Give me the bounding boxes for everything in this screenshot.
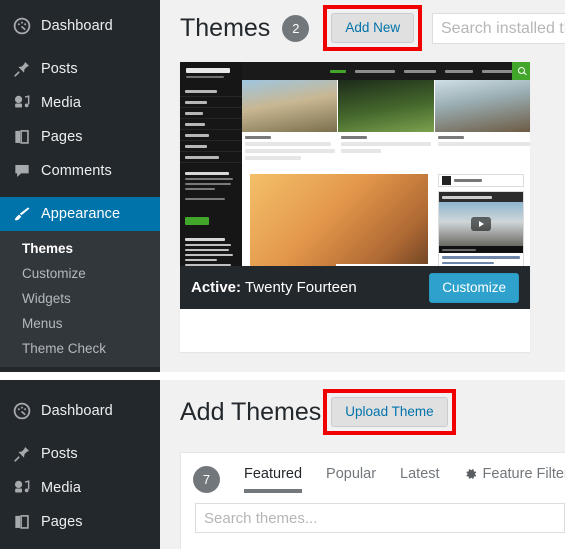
search-themes-input[interactable]: Search themes... [195,503,565,533]
mock-search-icon [512,62,530,80]
theme-screenshot: Active: Twenty Fourteen Customize [180,62,530,309]
tab-feature-filter[interactable]: Feature Filter [464,466,565,493]
wordpress-themes-screenshot: Dashboard Posts Media Pages Comments App… [0,0,565,549]
upload-theme-highlight: Upload Theme [323,388,456,435]
mock-follow-widget [185,172,237,200]
bottom-panel: Dashboard Posts Media Pages Add Themes U… [0,380,565,549]
pages-icon [12,127,32,147]
sidebar-item-pages[interactable]: Pages [0,120,160,154]
submenu-item-themes[interactable]: Themes [0,236,160,261]
sidebar-label: Media [41,480,81,496]
mock-site-brand [186,68,236,78]
dashboard-icon [12,16,32,36]
tab-latest[interactable]: Latest [400,466,440,493]
pages-icon [12,512,32,532]
theme-active-bar: Active: Twenty Fourteen Customize [180,266,530,309]
active-theme-label: Active: Twenty Fourteen [191,279,357,296]
sidebar-label: Dashboard [41,18,113,34]
sidebar-item-dashboard[interactable]: Dashboard [0,394,160,428]
theme-results-badge: 7 [193,465,220,493]
sidebar-label: Posts [41,446,78,462]
pin-icon [12,59,32,79]
sidebar-item-posts[interactable]: Posts [0,437,160,471]
sidebar-item-posts[interactable]: Posts [0,52,160,86]
mock-hero-card [338,80,434,166]
sidebar-label: Dashboard [41,403,113,419]
submenu-item-widgets[interactable]: Widgets [0,286,160,311]
mock-follow-button [185,217,209,225]
submenu-item-theme-check[interactable]: Theme Check [0,336,160,361]
submenu-item-menus[interactable]: Menus [0,311,160,336]
pin-icon [12,444,32,464]
media-icon [12,478,32,498]
themes-content: Themes 2 Add New Search installed themes… [160,0,565,372]
search-installed-themes-input[interactable]: Search installed themes... [432,13,565,44]
sidebar-label: Pages [41,129,83,145]
sidebar-label: Pages [41,514,83,530]
admin-sidebar-bottom: Dashboard Posts Media Pages [0,380,160,549]
sidebar-item-pages[interactable]: Pages [0,505,160,539]
upload-theme-button[interactable]: Upload Theme [331,396,448,427]
add-themes-header: Add Themes Upload Theme [160,380,565,435]
admin-sidebar-top: Dashboard Posts Media Pages Comments App… [0,0,168,372]
sidebar-item-media[interactable]: Media [0,471,160,505]
theme-count-badge: 2 [282,14,310,42]
add-themes-content: Add Themes Upload Theme 7 Featured Popul… [160,380,565,549]
mock-hero-card [434,80,530,166]
appearance-submenu: Themes Customize Widgets Menus Theme Che… [0,231,160,367]
mock-site-menu [180,86,242,163]
sidebar-item-appearance[interactable]: Appearance [0,197,168,231]
sidebar-label: Media [41,95,81,111]
top-panel: Dashboard Posts Media Pages Comments App… [0,0,565,372]
gear-icon [464,467,478,481]
customize-button[interactable]: Customize [429,272,519,303]
tab-featured[interactable]: Featured [244,466,303,493]
sidebar-item-dashboard[interactable]: Dashboard [0,9,160,43]
add-new-highlight: Add New [323,5,423,51]
theme-filter-tabs: 7 Featured Popular Latest Feature Filter [181,453,565,496]
media-icon [12,93,32,113]
sidebar-label: Posts [41,61,78,77]
sidebar-item-comments[interactable]: Comments [0,154,160,188]
theme-browser-panel: 7 Featured Popular Latest Feature Filter… [180,452,565,549]
mock-hero-card [242,80,338,166]
add-new-button[interactable]: Add New [331,13,415,43]
mock-site-nav [330,69,530,73]
page-title: Add Themes [180,397,322,426]
brush-icon [12,204,32,224]
active-theme-card[interactable]: Active: Twenty Fourteen Customize [180,62,530,352]
tab-popular[interactable]: Popular [326,466,376,493]
sidebar-label: Comments [41,163,112,179]
submenu-item-customize[interactable]: Customize [0,261,160,286]
sidebar-label: Appearance [41,206,121,222]
tab-feature-filter-label: Feature Filter [482,465,565,482]
comment-icon [12,161,32,181]
sidebar-item-media[interactable]: Media [0,86,160,120]
page-title: Themes [180,14,271,42]
dashboard-icon [12,401,32,421]
mock-hero-row [242,80,530,166]
